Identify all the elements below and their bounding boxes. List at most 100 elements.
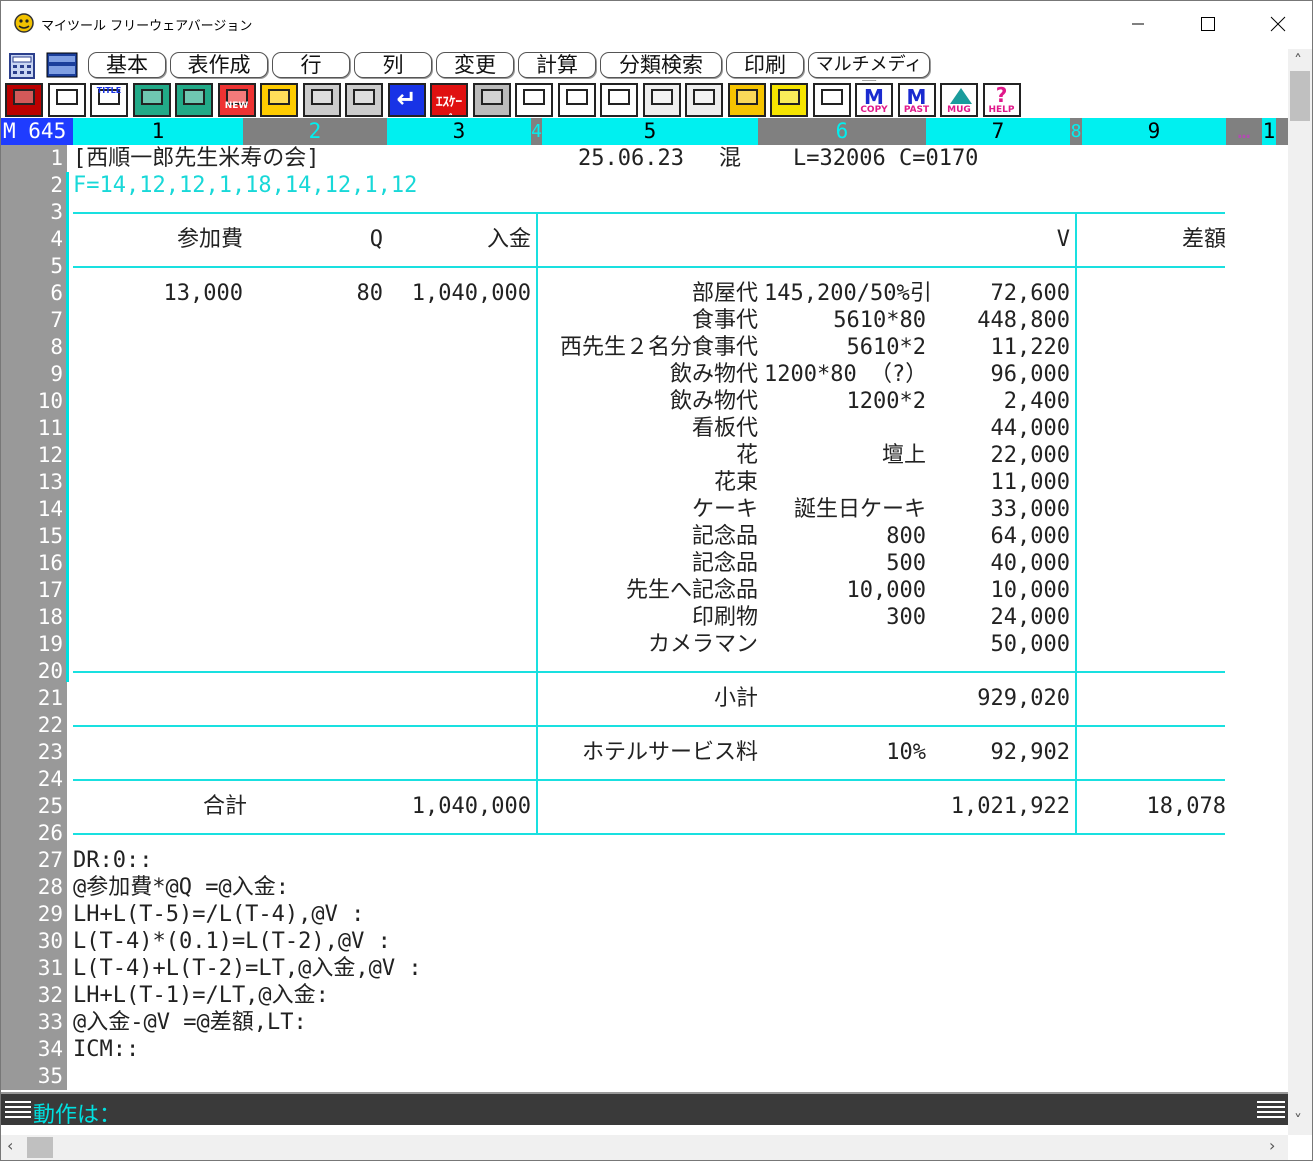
expense-amount[interactable]: 11,000 [926,469,1070,496]
column-header-6[interactable]: 6 [758,118,926,145]
menu-change[interactable]: 変更 [436,52,514,78]
line-number[interactable]: 14 [38,496,63,523]
scroll-up-icon[interactable]: ˄ [1294,51,1302,70]
print-setup-button[interactable] [345,83,383,117]
line-number[interactable]: 21 [38,685,63,712]
line-number[interactable]: 32 [38,982,63,1009]
eraser-button[interactable] [472,83,511,117]
formula-line[interactable]: ICM:: [73,1036,139,1063]
expense-item[interactable]: 印刷物 [539,604,758,631]
minimize-button[interactable] [1108,1,1168,47]
column-header-1[interactable]: 1 [73,118,243,145]
menu-calculate[interactable]: 計算 [518,52,596,78]
line-number[interactable]: 11 [38,415,63,442]
line-number[interactable]: 6 [50,280,63,307]
expense-detail[interactable]: 1200*2 [764,388,926,415]
expense-detail[interactable]: 壇上 [764,442,926,469]
formula-line[interactable]: LH+L(T-1)=/LT,@入金: [73,982,329,1009]
formula-line[interactable]: LH+L(T-5)=/L(T-4),@V : [73,901,364,928]
expense-item[interactable]: 西先生２名分食事代 [539,334,758,361]
column-header-2[interactable]: 2 [243,118,387,145]
expense-item[interactable]: 先生へ記念品 [539,577,758,604]
header-diff[interactable]: 差額 [1082,226,1226,253]
column-header-9[interactable]: 9 [1082,118,1226,145]
expense-item[interactable]: カメラマン [539,631,758,658]
m-past-button[interactable]: M PAST [897,83,936,117]
expense-detail[interactable]: 145,200/50%引 [764,280,932,307]
fee-value[interactable]: 13,000 [73,280,243,307]
column-header-4[interactable]: 4 [531,118,542,145]
total-v[interactable]: 1,021,922 [926,793,1070,820]
expense-detail[interactable]: 1200*80 （?） [764,361,927,388]
window-button[interactable] [5,83,43,117]
header-v[interactable]: V [926,226,1070,253]
formula-line[interactable]: @入金-@V =@差額,LT: [73,1009,307,1036]
graph-button[interactable] [47,83,86,117]
expense-detail[interactable]: 300 [764,604,926,631]
line-number[interactable]: 16 [38,550,63,577]
expense-amount[interactable]: 72,600 [926,280,1070,307]
expense-detail[interactable]: 5610*2 [764,334,926,361]
spread-button[interactable] [727,83,766,117]
header-income[interactable]: 入金 [387,226,531,253]
expense-detail[interactable]: 800 [764,523,926,550]
line-number[interactable]: 9 [50,361,63,388]
menu-column[interactable]: 列 [354,52,432,78]
scroll-down-icon[interactable]: ˅ [1294,1111,1302,1130]
expense-amount[interactable]: 24,000 [926,604,1070,631]
split-window-icon[interactable] [45,51,79,79]
expense-amount[interactable]: 50,000 [926,631,1070,658]
column-header-3[interactable]: 3 [387,118,531,145]
sheet-mode[interactable]: 混 [719,145,741,172]
expense-amount[interactable]: 448,800 [926,307,1070,334]
expense-item[interactable]: ケーキ [539,496,758,523]
total-label[interactable]: 合計 [73,793,247,820]
list-button[interactable] [770,83,808,117]
line-number[interactable]: 4 [50,226,63,253]
line-number[interactable]: 1 [50,145,63,172]
new-button[interactable]: NEW [217,83,256,117]
expense-item[interactable]: 花 [539,442,758,469]
expense-amount[interactable]: 10,000 [926,577,1070,604]
line-number[interactable]: 29 [38,901,63,928]
line-number[interactable]: 27 [38,847,63,874]
line-number[interactable]: 30 [38,928,63,955]
vertical-scrollbar[interactable]: ˄ ˅ [1288,49,1312,1135]
menu-row[interactable]: 行 [272,52,350,78]
q-value[interactable]: 80 [243,280,384,307]
expense-item[interactable]: 看板代 [539,415,758,442]
header-q[interactable]: Q [243,226,383,253]
print-button[interactable] [302,83,341,117]
maximize-button[interactable] [1178,1,1238,47]
line-number[interactable]: 33 [38,1009,63,1036]
column-header-10[interactable]: 1 [1262,118,1276,145]
service-rate[interactable]: 10% [758,739,926,766]
command-prompt[interactable]: 動作は： [33,1097,121,1129]
sheet-position[interactable]: L=32006 C=0170 [793,145,978,172]
format-line[interactable]: F=14,12,12,1,18,14,12,1,12 [73,172,417,199]
column-header-5[interactable]: 5 [542,118,758,145]
expense-item[interactable]: 飲み物代 [539,361,758,388]
line-number[interactable]: 35 [38,1063,63,1090]
formula-line[interactable]: L(T-4)*(0.1)=L(T-2),@V : [73,928,391,955]
sheet-date[interactable]: 25.06.23 [578,145,684,172]
menu-table-create[interactable]: 表作成 [170,52,268,78]
line-number[interactable]: 34 [38,1036,63,1063]
expense-amount[interactable]: 96,000 [926,361,1070,388]
table-button[interactable] [515,83,553,117]
expense-amount[interactable]: 2,400 [926,388,1070,415]
line-number[interactable]: 23 [38,739,63,766]
enter-button[interactable]: ↵ [387,83,426,117]
open-button[interactable] [175,83,213,117]
sheet-title[interactable]: [西順一郎先生米寿の会] [73,145,320,172]
m-copy-button[interactable]: M COPY [855,83,893,117]
folder-button[interactable] [260,83,298,117]
line-number[interactable]: 12 [38,442,63,469]
income-value[interactable]: 1,040,000 [387,280,531,307]
total-income[interactable]: 1,040,000 [387,793,531,820]
line-number[interactable]: 2 [50,172,63,199]
column-header-more[interactable]: … [1226,118,1262,145]
paste-doc-button[interactable] [600,83,638,117]
expense-amount[interactable]: 44,000 [926,415,1070,442]
line-number[interactable]: 18 [38,604,63,631]
